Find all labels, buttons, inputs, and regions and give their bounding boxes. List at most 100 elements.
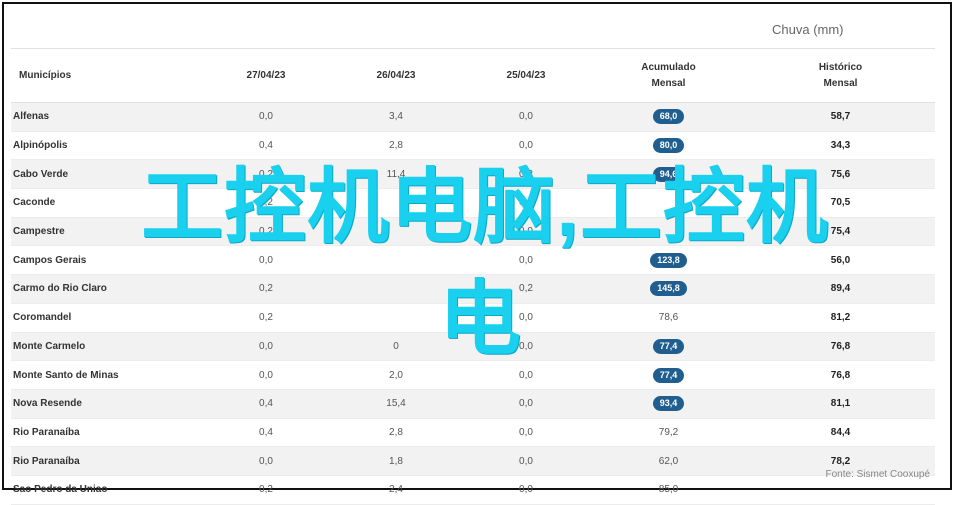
acumulado-cell: 93,4 xyxy=(591,389,746,419)
municipio-cell: Cabo Verde xyxy=(11,159,201,190)
historico-cell: 89,4 xyxy=(746,274,935,304)
municipio-cell: Campestre xyxy=(11,217,201,247)
date-1-cell: 0,4 xyxy=(201,389,331,419)
table-row: Cabo Verde 0,2 11,4 0,2 94,6 75,6 xyxy=(11,159,935,190)
header-acumulado: Acumulado Mensal xyxy=(591,48,746,103)
table-row: Alfenas 0,0 3,4 0,0 68,0 58,7 xyxy=(11,102,935,132)
historico-cell: 76,8 xyxy=(746,332,935,362)
municipio-cell: Rio Paranaíba xyxy=(11,418,201,448)
header-municipios: Municípios xyxy=(11,48,201,103)
table-row: Monte Santo de Minas 0,0 2,0 0,0 77,4 76,8 xyxy=(11,360,935,390)
acumulado-badge: 123,8 xyxy=(650,252,687,268)
date-2-cell xyxy=(331,245,461,276)
acumulado-badge: 68,0 xyxy=(652,109,685,125)
date-1-cell: 0,2 xyxy=(201,303,331,333)
acumulado-cell xyxy=(591,217,746,247)
header-historico: Histórico Mensal xyxy=(746,48,935,103)
date-3-cell: 0,0 xyxy=(461,332,591,362)
date-3-cell: 0,0 xyxy=(461,360,591,390)
header-acumulado-line2: Mensal xyxy=(651,77,686,89)
header-date-2: 26/04/23 xyxy=(331,48,461,103)
date-1-cell: 0,0 xyxy=(201,102,331,132)
municipio-cell: Alpinópolis xyxy=(11,131,201,161)
date-1-cell: 0,0 xyxy=(201,245,331,276)
table-row: Coromandel 0,2 0,0 78,6 81,2 xyxy=(11,303,935,333)
historico-cell: 34,3 xyxy=(746,131,935,161)
date-2-cell: 2,8 xyxy=(331,418,461,448)
date-3-cell: 0,0 xyxy=(461,217,591,247)
date-3-cell: 0,0 xyxy=(461,303,591,333)
date-1-cell: 0,2 xyxy=(201,475,331,505)
table-row: Caconde 0,2 0,0 70,5 xyxy=(11,188,935,218)
municipio-cell: Caconde xyxy=(11,188,201,218)
municipio-cell: Nova Resende xyxy=(11,389,201,419)
table-header-row: Municípios 27/04/23 26/04/23 25/04/23 Ac… xyxy=(11,48,935,103)
acumulado-cell: 78,6 xyxy=(591,303,746,333)
date-3-cell: 0,0 xyxy=(461,418,591,448)
date-3-cell: 0,2 xyxy=(461,159,591,190)
historico-cell: 58,7 xyxy=(746,102,935,132)
rainfall-table: Municípios 27/04/23 26/04/23 25/04/23 Ac… xyxy=(11,48,935,505)
acumulado-cell: 85,0 xyxy=(591,475,746,505)
historico-cell: 75,6 xyxy=(746,159,935,190)
header-date-3: 25/04/23 xyxy=(461,48,591,103)
date-3-cell: 0,0 xyxy=(461,131,591,161)
municipio-cell: Campos Gerais xyxy=(11,245,201,276)
municipio-cell: Sao Pedro da Uniao xyxy=(11,475,201,505)
date-2-cell: 11,4 xyxy=(331,159,461,190)
date-1-cell: 0,4 xyxy=(201,131,331,161)
date-2-cell: 3,4 xyxy=(331,102,461,132)
date-1-cell: 0,4 xyxy=(201,418,331,448)
date-1-cell: 0,2 xyxy=(201,159,331,190)
acumulado-cell: 62,0 xyxy=(591,446,746,476)
date-2-cell: 2,0 xyxy=(331,360,461,390)
municipio-cell: Monte Santo de Minas xyxy=(11,360,201,390)
date-1-cell: 0,2 xyxy=(201,217,331,247)
municipio-cell: Coromandel xyxy=(11,303,201,333)
acumulado-cell: 77,4 xyxy=(591,360,746,390)
municipio-cell: Monte Carmelo xyxy=(11,332,201,362)
date-3-cell: 0,0 xyxy=(461,245,591,276)
acumulado-badge: 80,0 xyxy=(652,138,685,154)
table-frame: Chuva (mm) Municípios 27/04/23 26/04/23 … xyxy=(2,2,952,505)
date-2-cell: 1,8 xyxy=(331,446,461,476)
historico-cell: 56,0 xyxy=(746,245,935,276)
date-3-cell: 0,0 xyxy=(461,446,591,476)
acumulado-cell: 79,2 xyxy=(591,418,746,448)
historico-cell: 70,5 xyxy=(746,188,935,218)
date-3-cell: 0,2 xyxy=(461,274,591,304)
historico-cell: 76,8 xyxy=(746,360,935,390)
table-row: Nova Resende 0,4 15,4 0,0 93,4 81,1 xyxy=(11,389,935,419)
source-note: Fonte: Sismet Cooxupé xyxy=(825,469,931,480)
header-historico-line2: Mensal xyxy=(823,77,858,89)
historico-cell: 84,4 xyxy=(746,418,935,448)
acumulado-badge: 93,4 xyxy=(652,396,685,412)
acumulado-cell: 77,4 xyxy=(591,332,746,362)
historico-cell: 81,1 xyxy=(746,389,935,419)
date-1-cell: 0,0 xyxy=(201,446,331,476)
table-row: Carmo do Rio Claro 0,2 0,2 145,8 89,4 xyxy=(11,274,935,304)
acumulado-cell: 80,0 xyxy=(591,131,746,161)
date-2-cell: 15,4 xyxy=(331,389,461,419)
table-row: Campos Gerais 0,0 0,0 123,8 56,0 xyxy=(11,245,935,276)
table-row: Monte Carmelo 0,0 0 0,0 77,4 76,8 xyxy=(11,332,935,362)
table-row: Campestre 0,2 0,0 75,4 xyxy=(11,217,935,247)
table-row: Rio Paranaíba 0,0 1,8 0,0 62,0 78,2 xyxy=(11,446,935,476)
header-acumulado-line1: Acumulado xyxy=(641,61,696,73)
municipio-cell: Rio Paranaíba xyxy=(11,446,201,476)
date-3-cell: 0,0 xyxy=(461,188,591,218)
date-1-cell: 0,0 xyxy=(201,332,331,362)
date-1-cell: 0,2 xyxy=(201,274,331,304)
date-2-cell xyxy=(331,303,461,333)
acumulado-cell xyxy=(591,188,746,218)
acumulado-cell: 68,0 xyxy=(591,102,746,132)
date-2-cell xyxy=(331,274,461,304)
date-3-cell: 0,0 xyxy=(461,102,591,132)
historico-cell: 75,4 xyxy=(746,217,935,247)
header-date-1: 27/04/23 xyxy=(201,48,331,103)
municipio-cell: Carmo do Rio Claro xyxy=(11,274,201,304)
date-2-cell: 2,8 xyxy=(331,131,461,161)
date-2-cell xyxy=(331,188,461,218)
historico-cell: 81,2 xyxy=(746,303,935,333)
date-3-cell: 0,0 xyxy=(461,475,591,505)
